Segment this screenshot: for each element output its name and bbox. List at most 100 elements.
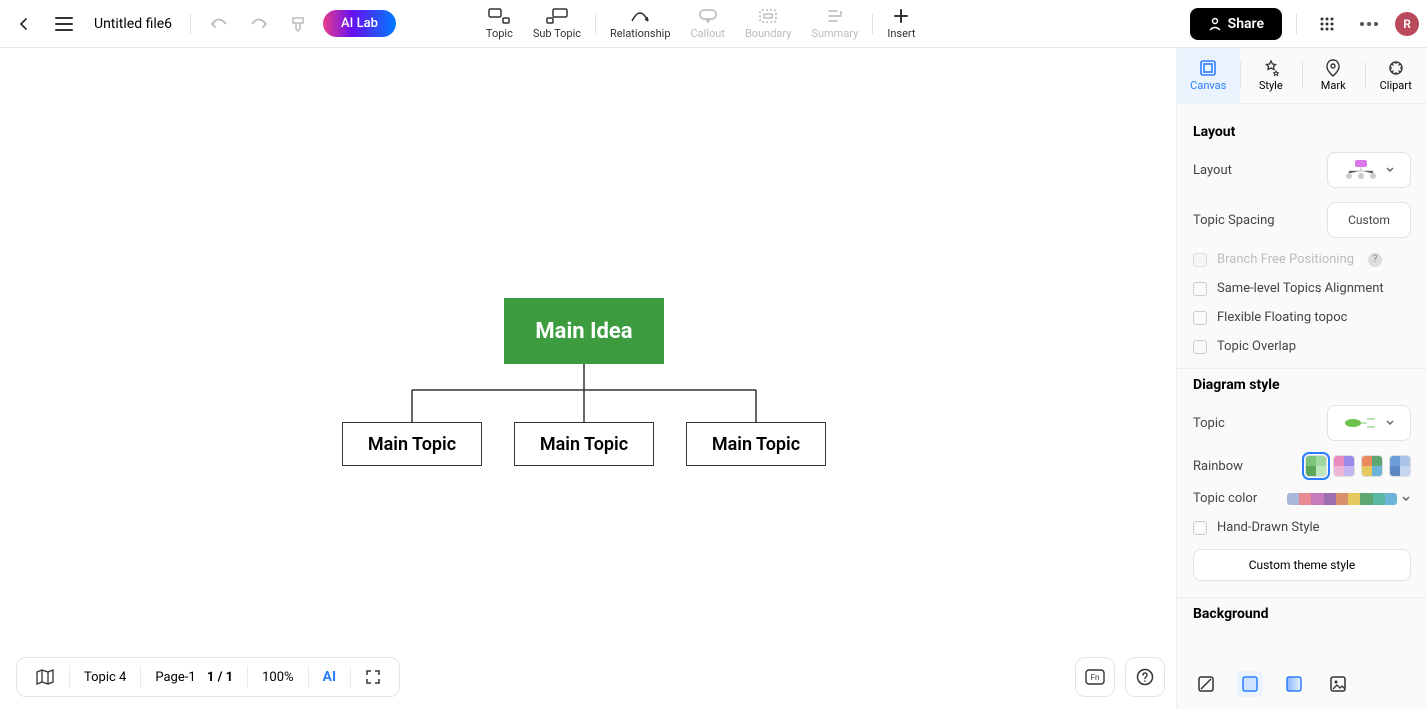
canvas-icon bbox=[1199, 59, 1217, 77]
subtopic-tool[interactable]: Sub Topic bbox=[523, 5, 591, 42]
summary-icon bbox=[827, 9, 843, 23]
topic-node-1[interactable]: Main Topic bbox=[342, 422, 482, 466]
toolbar-right: Share R bbox=[1190, 8, 1419, 40]
bg-solid-icon bbox=[1241, 675, 1259, 693]
undo-icon bbox=[210, 17, 228, 31]
svg-text:Fn: Fn bbox=[1091, 673, 1100, 682]
bg-image-icon bbox=[1329, 675, 1347, 693]
rainbow-swatch-3[interactable] bbox=[1361, 455, 1383, 477]
page-indicator[interactable]: Page-1 1 / 1 bbox=[141, 658, 247, 696]
same-level-check[interactable]: Same-level Topics Alignment bbox=[1193, 281, 1411, 296]
tab-clipart[interactable]: Clipart bbox=[1365, 48, 1427, 103]
divider bbox=[1296, 14, 1297, 34]
ai-button[interactable]: AI bbox=[309, 658, 351, 696]
ai-lab-button[interactable]: AI Lab bbox=[323, 10, 396, 37]
insert-tool[interactable]: Insert bbox=[877, 5, 925, 42]
background-tabs bbox=[1177, 671, 1427, 709]
tab-mark[interactable]: Mark bbox=[1302, 48, 1365, 103]
apps-button[interactable] bbox=[1311, 8, 1343, 40]
layout-preview-icon bbox=[1343, 159, 1379, 181]
topic-color-strip[interactable] bbox=[1287, 493, 1397, 505]
custom-theme-button[interactable]: Custom theme style bbox=[1193, 549, 1411, 581]
help-button[interactable] bbox=[1125, 657, 1165, 697]
callout-icon bbox=[699, 9, 717, 23]
overlap-label: Topic Overlap bbox=[1217, 339, 1296, 354]
tab-canvas[interactable]: Canvas bbox=[1177, 48, 1240, 103]
redo-icon bbox=[250, 17, 268, 31]
chevron-down-icon[interactable] bbox=[1401, 494, 1411, 504]
mark-icon bbox=[1325, 59, 1341, 77]
overlap-check[interactable]: Topic Overlap bbox=[1193, 339, 1411, 354]
insert-label: Insert bbox=[887, 27, 915, 40]
callout-label: Callout bbox=[691, 27, 725, 40]
chevron-left-icon bbox=[16, 16, 32, 32]
subtopic-icon bbox=[546, 8, 568, 24]
diagram-section-title: Diagram style bbox=[1193, 377, 1411, 393]
share-button[interactable]: Share bbox=[1190, 8, 1282, 40]
zoom-level[interactable]: 100% bbox=[248, 658, 307, 696]
rainbow-swatch-4[interactable] bbox=[1389, 455, 1411, 477]
toolbar-center: Topic Sub Topic Relationship Callout Bou… bbox=[476, 5, 926, 42]
main-idea-node[interactable]: Main Idea bbox=[504, 298, 664, 364]
share-label: Share bbox=[1228, 16, 1264, 32]
divider bbox=[872, 14, 873, 34]
panel-body: Layout Layout Topic Spacing Custom Branc… bbox=[1177, 104, 1427, 671]
spacing-dropdown[interactable]: Custom bbox=[1327, 202, 1411, 238]
fn-icon: Fn bbox=[1085, 669, 1105, 685]
topic-tool[interactable]: Topic bbox=[476, 5, 523, 42]
rainbow-swatch-1[interactable] bbox=[1305, 455, 1327, 477]
topic-count[interactable]: Topic 4 bbox=[70, 658, 140, 696]
help-icon bbox=[1136, 668, 1154, 686]
bg-none-button[interactable] bbox=[1193, 671, 1219, 697]
info-icon: ? bbox=[1368, 253, 1382, 267]
topic-style-dropdown[interactable] bbox=[1327, 405, 1411, 441]
style-icon bbox=[1262, 59, 1280, 77]
tab-canvas-label: Canvas bbox=[1190, 79, 1226, 92]
branch-free-label: Branch Free Positioning bbox=[1217, 252, 1354, 267]
rainbow-swatch-2[interactable] bbox=[1333, 455, 1355, 477]
canvas-area[interactable]: Main Idea Main Topic Main Topic Main Top… bbox=[0, 48, 1176, 709]
back-button[interactable] bbox=[8, 8, 40, 40]
clipart-icon bbox=[1387, 59, 1405, 77]
menu-button[interactable] bbox=[48, 8, 80, 40]
undo-button[interactable] bbox=[203, 8, 235, 40]
map-button[interactable] bbox=[21, 658, 69, 696]
flexible-check[interactable]: Flexible Floating topoc bbox=[1193, 310, 1411, 325]
hand-drawn-label: Hand-Drawn Style bbox=[1217, 520, 1320, 535]
redo-button[interactable] bbox=[243, 8, 275, 40]
same-level-label: Same-level Topics Alignment bbox=[1217, 281, 1384, 296]
ellipsis-icon bbox=[1360, 22, 1378, 26]
bg-solid-button[interactable] bbox=[1237, 671, 1263, 697]
hand-drawn-check[interactable]: Hand-Drawn Style bbox=[1193, 520, 1411, 535]
layout-dropdown[interactable] bbox=[1327, 152, 1411, 188]
subtopic-label: Sub Topic bbox=[533, 27, 581, 40]
tab-style[interactable]: Style bbox=[1240, 48, 1303, 103]
diagram-topic-label: Topic bbox=[1193, 416, 1225, 431]
layout-label: Layout bbox=[1193, 163, 1232, 178]
fullscreen-button[interactable] bbox=[351, 658, 395, 696]
summary-label: Summary bbox=[811, 27, 858, 40]
topic-node-3[interactable]: Main Topic bbox=[686, 422, 826, 466]
callout-tool: Callout bbox=[681, 5, 735, 42]
relationship-icon bbox=[630, 9, 650, 23]
page-label: Page-1 bbox=[155, 670, 195, 685]
toolbar-left: Untitled file6 AI Lab bbox=[8, 8, 396, 40]
divider bbox=[595, 14, 596, 34]
user-avatar[interactable]: R bbox=[1395, 12, 1419, 36]
spacing-label: Topic Spacing bbox=[1193, 213, 1275, 228]
more-button[interactable] bbox=[1353, 8, 1385, 40]
person-icon bbox=[1208, 17, 1222, 31]
ai-label: AI bbox=[323, 669, 337, 685]
bg-gradient-button[interactable] bbox=[1281, 671, 1307, 697]
relationship-tool[interactable]: Relationship bbox=[600, 5, 680, 42]
map-icon bbox=[35, 669, 55, 685]
format-painter-button[interactable] bbox=[283, 8, 315, 40]
tab-clipart-label: Clipart bbox=[1380, 79, 1412, 92]
file-name[interactable]: Untitled file6 bbox=[88, 16, 178, 32]
fn-button[interactable]: Fn bbox=[1075, 657, 1115, 697]
rainbow-swatches bbox=[1305, 455, 1411, 477]
topic-node-2[interactable]: Main Topic bbox=[514, 422, 654, 466]
bottom-right-controls: Fn bbox=[1075, 657, 1165, 697]
bg-image-button[interactable] bbox=[1325, 671, 1351, 697]
boundary-label: Boundary bbox=[745, 27, 791, 40]
